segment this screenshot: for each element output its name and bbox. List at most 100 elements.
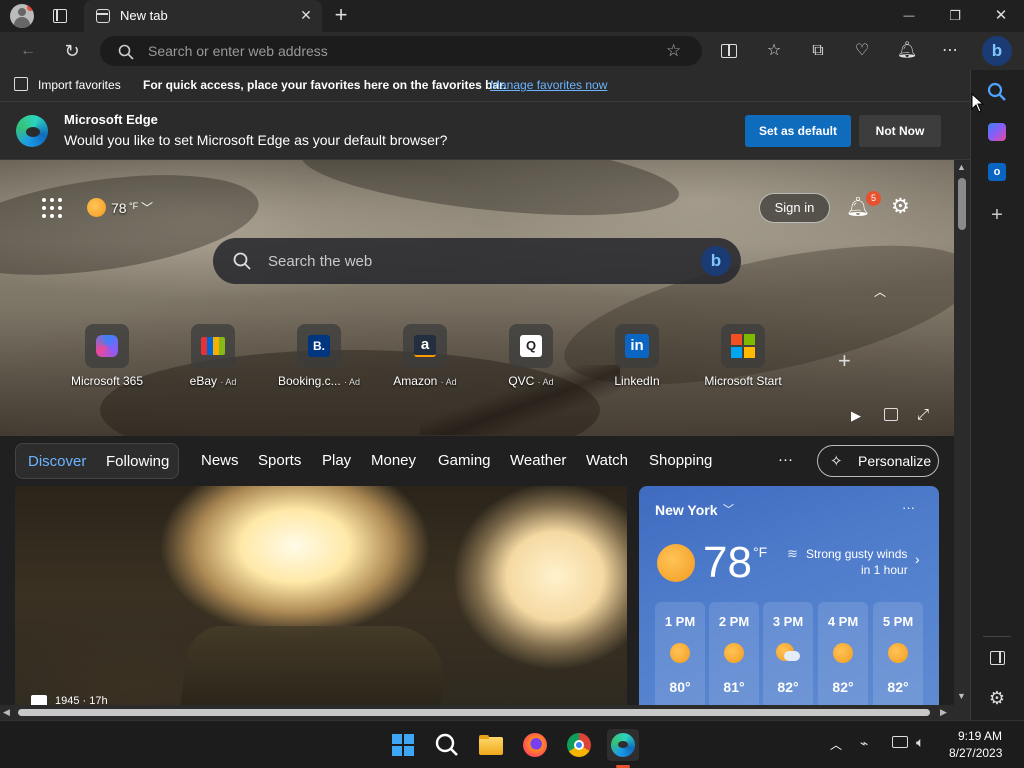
split-screen-icon[interactable] — [718, 40, 740, 62]
scroll-left-arrow-icon[interactable]: ◀ — [3, 707, 10, 718]
horizontal-scroll-thumb[interactable] — [18, 709, 930, 716]
tab-discover[interactable]: Discover — [28, 453, 86, 470]
chrome-icon[interactable] — [563, 729, 595, 761]
favorite-star-icon[interactable]: ☆ — [666, 41, 681, 61]
ql-tile: B. — [297, 324, 341, 368]
not-now-button[interactable]: Not Now — [859, 115, 941, 147]
notifications-bell-icon[interactable]: 🔔︎ — [896, 40, 918, 62]
nav-watch[interactable]: Watch — [586, 452, 628, 469]
quicklink-qvc[interactable]: Q QVC · Ad — [481, 324, 581, 388]
personalize-button[interactable]: ✧ Personalize — [817, 445, 939, 477]
minimize-button[interactable]: — — [886, 0, 932, 32]
hide-sidebar-icon[interactable] — [985, 646, 1009, 670]
weather-city[interactable]: New York — [655, 502, 718, 518]
scroll-up-arrow-icon[interactable]: ▲ — [957, 162, 966, 172]
show-hidden-icons-chevron-icon[interactable]: ︿ — [830, 736, 842, 753]
weather-card[interactable]: New York ﹀ ··· 78 °F ≋ Strong gusty wind… — [639, 486, 939, 705]
horizontal-scrollbar[interactable]: ◀ ▶ — [0, 705, 954, 720]
weather-widget[interactable]: 78 °F ﹀ — [87, 198, 159, 218]
quicklink-linkedin[interactable]: in LinkedIn — [587, 324, 687, 388]
tab-following[interactable]: Following — [106, 453, 169, 470]
hourly-forecast-4pm[interactable]: 4 PM 82° — [818, 602, 868, 705]
nav-play[interactable]: Play — [322, 452, 351, 469]
nav-sports[interactable]: Sports — [258, 452, 301, 469]
quicklink-microsoft365[interactable]: Microsoft 365 — [57, 324, 157, 388]
quicklink-amazon[interactable]: a Amazon · Ad — [375, 324, 475, 388]
sidebar-settings-gear-icon[interactable]: ⚙ — [985, 686, 1009, 710]
new-tab-button[interactable]: + — [330, 3, 352, 27]
clock-time[interactable]: 9:19 AM — [958, 729, 1002, 743]
vertical-scrollbar[interactable]: ▲ ▼ — [954, 160, 970, 705]
profile-avatar[interactable] — [10, 4, 34, 28]
hourly-forecast-5pm[interactable]: 5 PM 82° — [873, 602, 923, 705]
start-windows-icon[interactable] — [387, 729, 419, 761]
search-icon[interactable] — [985, 80, 1009, 104]
hourly-forecast-3pm[interactable]: 3 PM 82° — [763, 602, 813, 705]
scroll-down-arrow-icon[interactable]: ▼ — [957, 691, 966, 701]
nav-gaming[interactable]: Gaming — [438, 452, 491, 469]
play-video-icon[interactable]: ▶ — [851, 408, 861, 424]
tab-close-icon[interactable]: ✕ — [298, 7, 314, 23]
import-favorites-button[interactable]: Import favorites — [38, 78, 121, 92]
chevron-right-icon[interactable]: › — [915, 551, 920, 567]
more-options-icon[interactable]: ⋯ — [939, 40, 961, 62]
copilot-icon[interactable] — [985, 120, 1009, 144]
bing-copilot-button[interactable]: b — [982, 36, 1012, 66]
ql-label: QVC · Ad — [481, 374, 581, 388]
add-quicklink-button[interactable]: + — [838, 348, 851, 374]
favorites-icon[interactable]: ☆ — [763, 40, 785, 62]
set-as-default-button[interactable]: Set as default — [745, 115, 851, 147]
close-window-button[interactable]: ✕ — [978, 0, 1024, 32]
expand-icon[interactable]: ⤢ — [917, 406, 929, 423]
hourly-forecast-2pm[interactable]: 2 PM 81° — [709, 602, 759, 705]
vertical-scroll-thumb[interactable] — [958, 178, 966, 230]
nav-shopping[interactable]: Shopping — [649, 452, 712, 469]
news-hero-image[interactable]: 1945 · 17h — [15, 486, 627, 705]
hour-time: 2 PM — [718, 614, 750, 629]
collapse-chevron-icon[interactable]: ︿ — [874, 283, 886, 300]
scroll-right-arrow-icon[interactable]: ▶ — [940, 707, 947, 718]
chevron-down-icon[interactable]: ﹀ — [723, 501, 734, 517]
scroll-corner — [954, 705, 970, 720]
ql-tile — [721, 324, 765, 368]
quicklink-booking[interactable]: B. Booking.c... · Ad — [269, 324, 369, 388]
hourly-forecast-1pm[interactable]: 1 PM 80° — [655, 602, 705, 705]
edge-taskbar-icon[interactable] — [607, 729, 639, 768]
refresh-icon[interactable]: ↻ — [61, 40, 83, 62]
manage-favorites-link[interactable]: Manage favorites now — [490, 78, 607, 92]
maximize-button[interactable]: ❐ — [932, 0, 978, 32]
personalize-label: Personalize — [858, 453, 932, 469]
add-sidebar-app-icon[interactable]: + — [985, 203, 1009, 227]
bing-chat-icon[interactable]: b — [701, 246, 731, 276]
weather-more-icon[interactable]: ··· — [902, 500, 915, 515]
back-arrow-icon[interactable]: ← — [17, 40, 39, 62]
nav-money[interactable]: Money — [371, 452, 416, 469]
partly-cloudy-icon — [776, 643, 800, 663]
apps-launcher-icon[interactable] — [42, 198, 62, 218]
display-icon[interactable] — [892, 736, 908, 748]
quicklink-label: Amazon — [393, 374, 438, 388]
web-search-box[interactable]: Search the web b — [213, 238, 741, 284]
news-source-logo — [31, 695, 47, 705]
quicklink-ebay[interactable]: eBay · Ad — [163, 324, 263, 388]
sign-in-button[interactable]: Sign in — [759, 193, 830, 223]
nav-more-icon[interactable]: ··· — [778, 451, 793, 468]
ql-label: LinkedIn — [587, 374, 687, 388]
address-input[interactable]: Search or enter web address ☆ — [100, 36, 702, 66]
tab-actions-icon[interactable] — [53, 9, 67, 23]
volume-icon[interactable]: 🔈︎ — [916, 734, 924, 751]
quicklink-microsoft-start[interactable]: Microsoft Start — [693, 324, 793, 388]
page-settings-gear-icon[interactable]: ⚙ — [891, 194, 915, 218]
network-icon[interactable]: ⌁ — [860, 735, 868, 752]
collections-icon[interactable]: ⧉ — [807, 40, 829, 62]
nav-news[interactable]: News — [201, 452, 239, 469]
tab-new-tab[interactable]: New tab ✕ — [84, 0, 322, 32]
performance-icon[interactable]: ♡ — [851, 40, 873, 62]
taskbar-search-icon[interactable] — [431, 729, 463, 761]
nav-weather[interactable]: Weather — [510, 452, 566, 469]
firefox-icon[interactable] — [519, 729, 551, 761]
outlook-icon[interactable]: o — [985, 160, 1009, 184]
image-info-icon[interactable] — [884, 408, 898, 421]
file-explorer-icon[interactable] — [475, 729, 507, 761]
clock-date[interactable]: 8/27/2023 — [949, 746, 1002, 760]
